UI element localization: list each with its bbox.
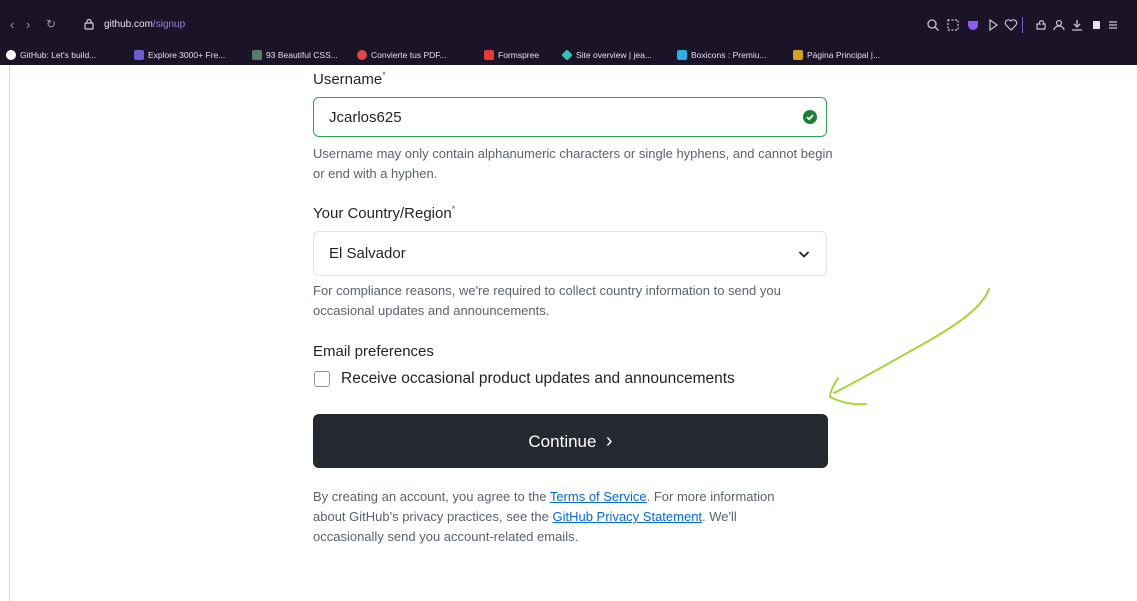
terms-of-service-link[interactable]: Terms of Service <box>550 489 647 504</box>
continue-button[interactable]: Continue › <box>313 414 828 468</box>
heart-icon[interactable] <box>1004 18 1018 32</box>
bookmark-label: Convierte tus PDF... <box>371 50 447 60</box>
username-label-text: Username <box>313 71 383 88</box>
required-mark: * <box>451 204 456 214</box>
bookmark-pdf[interactable]: Convierte tus PDF... <box>357 50 447 60</box>
screenshot-icon[interactable] <box>946 18 960 32</box>
country-label-text: Your Country/Region <box>313 205 452 222</box>
bookmark-boxicons[interactable]: Boxicons : Premiu... <box>677 50 767 60</box>
email-updates-checkbox-label[interactable]: Receive occasional product updates and a… <box>341 370 735 388</box>
menu-icon[interactable] <box>1106 18 1120 32</box>
bookmark-pagina[interactable]: Página Principal |... <box>793 50 880 60</box>
chevron-down-icon <box>798 251 810 258</box>
bookmark-netlify[interactable]: Site overview | jea... <box>561 49 652 61</box>
required-mark: * <box>382 70 386 80</box>
site-icon <box>252 50 262 60</box>
legal-text: By creating an account, you agree to the… <box>313 487 783 547</box>
bookmark-github[interactable]: GitHub: Let's build... <box>6 50 96 60</box>
site-icon <box>793 50 803 60</box>
email-updates-checkbox[interactable] <box>314 371 330 387</box>
bookmarks-bar: GitHub: Let's build... Explore 3000+ Fre… <box>0 45 1137 65</box>
bookmark-label: Boxicons : Premiu... <box>691 50 767 60</box>
username-label: Username* <box>313 70 386 88</box>
bookmark-label: Explore 3000+ Fre... <box>148 50 226 60</box>
bookmark-label: Página Principal |... <box>807 50 881 60</box>
forward-icon[interactable]: › <box>26 17 30 32</box>
bookmark-label: GitHub: Let's build... <box>20 50 97 60</box>
play-icon[interactable] <box>986 18 1000 32</box>
pocket-icon[interactable] <box>966 18 980 32</box>
country-help-text: For compliance reasons, we're required t… <box>313 283 781 318</box>
browser-chrome: ‹ › ↻ github.com/signup GitHub: Let's bu… <box>0 0 1137 65</box>
check-circle-icon <box>803 110 817 124</box>
address-url[interactable]: github.com/signup <box>104 19 185 30</box>
profile-icon[interactable] <box>1052 18 1066 32</box>
country-label: Your Country/Region* <box>313 204 455 222</box>
privacy-statement-link[interactable]: GitHub Privacy Statement <box>552 509 702 524</box>
lock-icon <box>84 18 94 30</box>
sidebar-icon[interactable] <box>1088 18 1102 32</box>
username-value: Jcarlos625 <box>329 109 402 126</box>
reload-icon[interactable]: ↻ <box>46 17 56 31</box>
bookmark-css[interactable]: 93 Beautiful CSS... <box>252 50 338 60</box>
site-icon <box>134 50 144 60</box>
country-value: El Salvador <box>329 245 406 262</box>
bookmark-formspree[interactable]: Formspree <box>484 50 539 60</box>
download-icon[interactable] <box>1070 18 1084 32</box>
bookmark-label: Site overview | jea... <box>576 50 652 60</box>
heart-icon <box>357 50 367 60</box>
legal-prefix: By creating an account, you agree to the <box>313 489 550 504</box>
toolbar-divider <box>1022 17 1023 33</box>
country-select[interactable]: El Salvador <box>313 231 827 276</box>
back-icon[interactable]: ‹ <box>10 17 14 32</box>
extensions-icon[interactable] <box>1034 18 1048 32</box>
diamond-icon <box>561 49 573 61</box>
username-help-text: Username may only contain alphanumeric c… <box>313 146 833 181</box>
github-icon <box>6 50 16 60</box>
username-input[interactable]: Jcarlos625 <box>313 97 827 137</box>
email-preferences-label: Email preferences <box>313 343 434 360</box>
bookmark-label: Formspree <box>498 50 540 60</box>
chevron-right-icon: › <box>605 430 613 452</box>
formspree-icon <box>484 50 494 60</box>
bookmark-label: 93 Beautiful CSS... <box>266 50 338 60</box>
address-bar-row: ‹ › ↻ github.com/signup <box>0 14 1137 38</box>
bookmark-explore[interactable]: Explore 3000+ Fre... <box>134 50 225 60</box>
zoom-icon[interactable] <box>926 18 940 32</box>
box-icon <box>677 50 687 60</box>
annotation-arrow-icon <box>828 288 990 406</box>
continue-button-label: Continue <box>528 432 597 451</box>
